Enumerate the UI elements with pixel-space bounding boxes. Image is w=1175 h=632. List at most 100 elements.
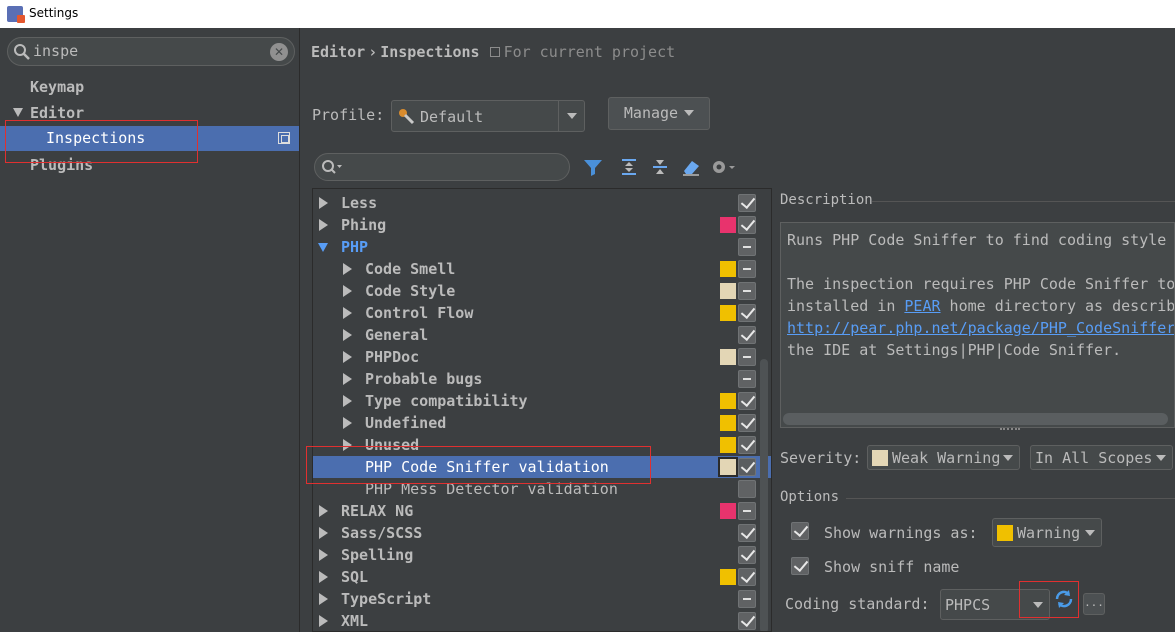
expand-arrow-icon[interactable] (343, 351, 352, 363)
tree-row-probable-bugs[interactable]: Probable bugs (313, 368, 771, 390)
expand-editor-icon[interactable] (13, 108, 23, 117)
tree-row-spelling[interactable]: Spelling (313, 544, 771, 566)
severity-select[interactable]: Weak Warning (867, 445, 1020, 470)
inspection-checkbox[interactable] (738, 458, 756, 476)
profile-select[interactable]: Default (391, 100, 585, 132)
inspection-checkbox[interactable] (738, 194, 756, 212)
tree-row-phing[interactable]: Phing (313, 214, 771, 236)
description-line: Runs PHP Code Sniffer to find coding sty… (787, 231, 1167, 249)
pear-link[interactable]: PEAR (904, 297, 940, 315)
tree-row-relax-ng[interactable]: RELAX NG (313, 500, 771, 522)
clear-search-icon[interactable]: ✕ (270, 43, 288, 61)
manage-button[interactable]: Manage (608, 97, 710, 130)
inspection-checkbox[interactable] (738, 524, 756, 542)
expand-arrow-icon[interactable] (343, 395, 352, 407)
inspection-checkbox[interactable] (738, 326, 756, 344)
tree-row-code-smell[interactable]: Code Smell (313, 258, 771, 280)
warning-value: Warning (997, 524, 1080, 542)
settings-gear-icon[interactable] (710, 157, 736, 177)
tree-row-control-flow[interactable]: Control Flow (313, 302, 771, 324)
tree-row-sass-scss[interactable]: Sass/SCSS (313, 522, 771, 544)
inspection-checkbox[interactable] (738, 370, 756, 388)
show-warnings-checkbox[interactable] (791, 522, 809, 540)
expand-arrow-icon[interactable] (343, 285, 352, 297)
expand-arrow-icon[interactable] (319, 615, 328, 627)
expand-all-icon[interactable] (619, 157, 639, 177)
inspection-checkbox[interactable] (738, 568, 756, 586)
tree-row-less[interactable]: Less (313, 192, 771, 214)
tree-row-unused[interactable]: Unused (313, 434, 771, 456)
divider (872, 201, 1175, 202)
inspection-checkbox[interactable] (738, 282, 756, 300)
profile-wrench-icon (399, 109, 415, 125)
browse-button[interactable]: ... (1083, 593, 1105, 615)
tree-row-xml[interactable]: XML (313, 610, 771, 631)
tree-row-code-style[interactable]: Code Style (313, 280, 771, 302)
sidebar-item-keymap[interactable]: Keymap (30, 78, 84, 96)
inspection-checkbox[interactable] (738, 260, 756, 278)
tree-row-sql[interactable]: SQL (313, 566, 771, 588)
inspection-checkbox[interactable] (738, 480, 756, 498)
search-value: inspe (33, 42, 79, 60)
inspection-checkbox[interactable] (738, 238, 756, 256)
inspection-checkbox[interactable] (738, 414, 756, 432)
breadcrumb: Editor › Inspections For current project (311, 43, 675, 61)
tree-row-label: Unused (365, 436, 420, 454)
coding-standard-select[interactable]: PHPCS (940, 589, 1050, 620)
splitter-grip[interactable] (1000, 428, 1020, 434)
show-warnings-select[interactable]: Warning (992, 518, 1102, 547)
expand-arrow-icon[interactable] (343, 329, 352, 341)
expand-arrow-icon[interactable] (319, 219, 328, 231)
tree-row-phpdoc[interactable]: PHPDoc (313, 346, 771, 368)
description-scrollbar[interactable] (783, 413, 1168, 425)
settings-search-input[interactable]: inspe ✕ (7, 37, 295, 66)
sidebar-item-inspections[interactable]: Inspections (0, 126, 299, 151)
inspection-checkbox[interactable] (738, 612, 756, 630)
tree-row-php-mess-detector[interactable]: PHP Mess Detector validation (313, 478, 771, 500)
inspection-checkbox[interactable] (738, 436, 756, 454)
expand-arrow-icon[interactable] (319, 197, 328, 209)
expand-arrow-icon[interactable] (343, 439, 352, 451)
tree-row-label: Phing (341, 216, 387, 234)
expand-arrow-icon[interactable] (343, 417, 352, 429)
tree-scrollbar[interactable] (760, 359, 768, 631)
show-sniff-name-checkbox[interactable] (791, 557, 809, 575)
inspection-checkbox[interactable] (738, 392, 756, 410)
tree-row-general[interactable]: General (313, 324, 771, 346)
tree-row-php-code-sniffer[interactable]: PHP Code Sniffer validation (313, 456, 771, 478)
expand-arrow-icon[interactable] (343, 373, 352, 385)
scope-select[interactable]: In All Scopes (1030, 445, 1173, 470)
tree-row-label: RELAX NG (341, 502, 414, 520)
tree-row-undefined[interactable]: Undefined (313, 412, 771, 434)
severity-error-swatch (720, 503, 736, 519)
inspection-filter-input[interactable] (314, 153, 570, 181)
expand-arrow-icon[interactable] (319, 549, 328, 561)
inspection-checkbox[interactable] (738, 348, 756, 366)
collapse-arrow-icon[interactable] (318, 243, 328, 252)
codesniffer-link[interactable]: http://pear.php.net/package/PHP_CodeSnif… (787, 319, 1174, 337)
tree-row-typescript[interactable]: TypeScript (313, 588, 771, 610)
tree-row-label: PHP Code Sniffer validation (365, 458, 609, 476)
expand-arrow-icon[interactable] (319, 505, 328, 517)
reset-eraser-icon[interactable] (681, 157, 701, 177)
refresh-icon[interactable] (1053, 588, 1075, 610)
inspection-checkbox[interactable] (738, 216, 756, 234)
tree-row-label: Type compatibility (365, 392, 528, 410)
sidebar-item-plugins[interactable]: Plugins (30, 156, 93, 174)
expand-arrow-icon[interactable] (319, 527, 328, 539)
inspection-checkbox[interactable] (738, 304, 756, 322)
tree-row-php[interactable]: PHP (313, 236, 771, 258)
filter-icon[interactable] (583, 157, 603, 177)
tree-row-label: Code Style (365, 282, 456, 300)
inspection-checkbox[interactable] (738, 590, 756, 608)
expand-arrow-icon[interactable] (319, 571, 328, 583)
sidebar-item-editor[interactable]: Editor (30, 104, 84, 122)
collapse-all-icon[interactable] (650, 157, 670, 177)
inspection-checkbox[interactable] (738, 502, 756, 520)
expand-arrow-icon[interactable] (343, 263, 352, 275)
inspections-tree[interactable]: Less Phing PHP Code Smell Code Style Con… (312, 188, 772, 632)
inspection-checkbox[interactable] (738, 546, 756, 564)
expand-arrow-icon[interactable] (319, 593, 328, 605)
expand-arrow-icon[interactable] (343, 307, 352, 319)
tree-row-type-compatibility[interactable]: Type compatibility (313, 390, 771, 412)
